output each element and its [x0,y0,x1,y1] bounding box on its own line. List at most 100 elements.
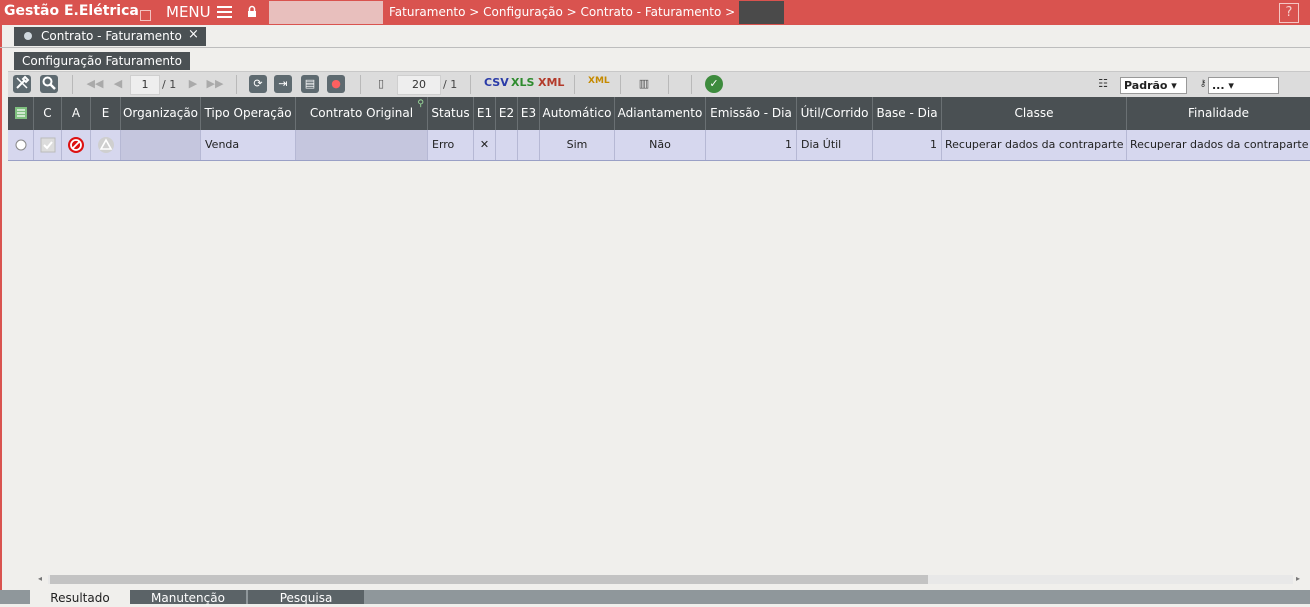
cell-e1: ✕ [474,130,496,160]
first-page-icon[interactable]: ◀◀ [86,75,104,93]
column-search-icon[interactable]: ⚲ [417,97,424,111]
csv-export-button[interactable]: CSV [484,76,509,89]
layout-select-value: Padrão [1124,79,1168,92]
layout-select[interactable]: Padrão ▾ [1120,77,1187,94]
document-search-icon[interactable]: ● [327,75,345,93]
bottom-tabs: Resultado Manutenção Pesquisa [0,590,1310,605]
columns-icon[interactable]: ▥ [635,75,653,93]
cell-adiantamento: Não [615,130,706,160]
col-header-automatico[interactable]: Automático [540,97,615,130]
cell-base-dia: 1 [873,130,942,160]
left-edge [0,25,2,604]
rows-total: / 1 [443,78,458,91]
col-header-base-dia[interactable]: Base - Dia [873,97,942,130]
col-header-tipo-operacao[interactable]: Tipo Operação [201,97,296,130]
page-input[interactable]: 1 [130,75,160,95]
cell-util-corrido: Dia Útil [797,130,873,160]
xml-import-button[interactable]: XML [588,76,610,86]
cancel-icon[interactable] [62,130,91,160]
separator [360,75,361,94]
cell-organizacao [121,130,201,160]
cell-emissao-dia: 1 [706,130,797,160]
app-title-indicator-icon [140,10,151,21]
help-button[interactable]: ? [1279,3,1299,23]
warning-icon[interactable] [91,130,121,160]
close-icon[interactable]: × [188,27,199,42]
col-header-status[interactable]: Status [428,97,474,130]
tools-icon[interactable] [13,75,31,93]
tab-resultado[interactable]: Resultado [30,590,130,605]
cell-status: Erro [428,130,474,160]
filter-select-value: ... [1212,79,1225,92]
col-header-e[interactable]: E [91,97,121,130]
lock-icon[interactable] [245,5,259,19]
menu-button[interactable]: MENU [166,3,211,21]
filter-select[interactable]: ... ▾ [1208,77,1279,94]
confirm-checkbox-icon[interactable] [34,130,62,160]
col-header-util-corrido[interactable]: Útil/Corrido [797,97,873,130]
toolbar: ◀◀ ◀ 1 / 1 ▶ ▶▶ ⟳ ⇥ ▤ ● ▯ 20 / 1 CSV XLS… [8,71,1310,97]
cell-automatico: Sim [540,130,615,160]
separator [236,75,237,94]
sliders-icon[interactable]: ☷ [1094,75,1112,93]
context-selector[interactable] [739,1,784,24]
grid-header: C A E Organização Tipo Operação Contrato… [8,97,1310,130]
separator [574,75,575,94]
divider [0,47,1310,48]
refresh-icon[interactable]: ⟳ [249,75,267,93]
col-header-organizacao[interactable]: Organização [121,97,201,130]
col-header-e2[interactable]: E2 [496,97,518,130]
tab-contrato-faturamento[interactable]: Contrato - Faturamento × [14,27,206,46]
scroll-right-icon[interactable]: ▸ [1296,574,1300,583]
row-radio[interactable] [8,130,34,160]
col-header-contrato-original-label: Contrato Original [309,106,414,120]
separator [668,75,669,94]
prev-page-icon[interactable]: ◀ [109,75,127,93]
document-icon[interactable]: ▤ [301,75,319,93]
horizontal-scrollbar[interactable]: ◂ ▸ [38,574,1304,584]
subtab-configuracao-faturamento[interactable]: Configuração Faturamento [14,52,190,70]
tab-label: Contrato - Faturamento [41,29,182,43]
col-header-a[interactable]: A [62,97,91,130]
hamburger-icon[interactable] [217,6,232,18]
col-header-e3[interactable]: E3 [518,97,540,130]
col-header-e1[interactable]: E1 [474,97,496,130]
xml-export-button[interactable]: XML [538,76,564,89]
app-title[interactable]: Gestão E.Elétrica [4,3,139,19]
top-bar: Gestão E.Elétrica MENU Faturamento > Con… [0,0,1310,25]
rows-icon: ▯ [377,77,385,90]
breadcrumb: Faturamento > Configuração > Contrato - … [389,5,736,19]
col-header-emissao-dia[interactable]: Emissão - Dia [706,97,797,130]
separator [691,75,692,94]
scroll-thumb[interactable] [50,575,928,584]
organization-selector[interactable] [269,1,383,24]
select-all-header-icon[interactable] [8,97,34,130]
export-icon[interactable]: ⇥ [274,75,292,93]
scroll-left-icon[interactable]: ◂ [38,574,42,583]
cell-contrato-original [296,130,428,160]
results-grid: C A E Organização Tipo Operação Contrato… [8,97,1310,163]
sync-icon[interactable]: ✓ [705,75,723,93]
cell-classe: Recuperar dados da contraparte [942,130,1127,160]
col-header-classe[interactable]: Classe [942,97,1127,130]
last-page-icon[interactable]: ▶▶ [206,75,224,93]
search-icon[interactable] [40,75,58,93]
page-total: / 1 [162,78,177,91]
col-header-c[interactable]: C [34,97,62,130]
col-header-contrato-original[interactable]: Contrato Original ⚲ [296,97,428,130]
tab-manutencao[interactable]: Manutenção [130,590,246,605]
rows-per-page-input[interactable]: 20 [397,75,441,95]
subtab-label: Configuração Faturamento [22,54,182,68]
tab-pesquisa[interactable]: Pesquisa [248,590,364,605]
separator [470,75,471,94]
next-page-icon[interactable]: ▶ [184,75,202,93]
separator [620,75,621,94]
cell-e3 [518,130,540,160]
col-header-finalidade[interactable]: Finalidade [1127,97,1310,130]
xls-export-button[interactable]: XLS [511,76,534,89]
separator [72,75,73,94]
info-icon [24,32,32,40]
table-row[interactable]: Venda Erro ✕ Sim Não 1 Dia Útil 1 Recupe… [8,130,1310,161]
cell-e2 [496,130,518,160]
col-header-adiantamento[interactable]: Adiantamento [615,97,706,130]
